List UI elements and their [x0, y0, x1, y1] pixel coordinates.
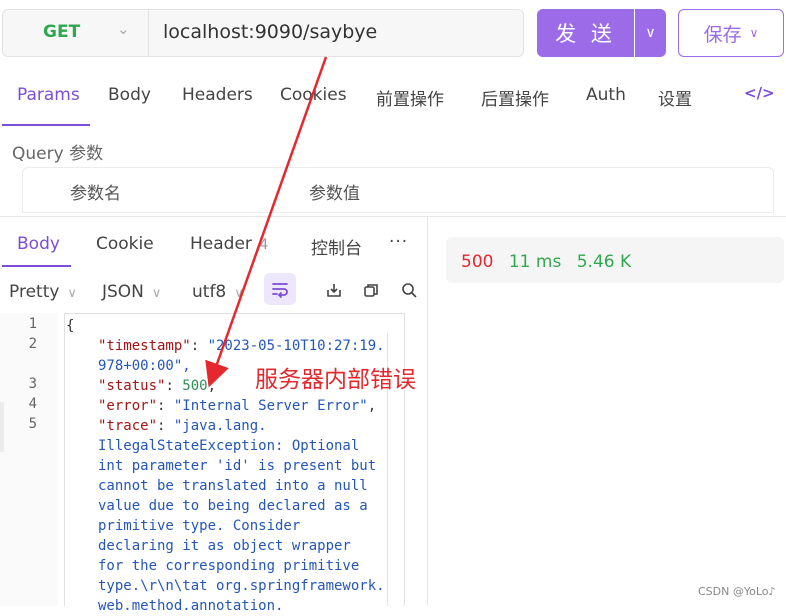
tab-settings[interactable]: 设置	[658, 85, 692, 110]
json-key: "status"	[98, 378, 166, 394]
response-body[interactable]: 1 2 3 4 5 { "timestamp": "2023-05-10T10:…	[0, 313, 406, 614]
code-line: "trace": "java.lang.	[98, 418, 267, 434]
query-params-label: Query 参数	[12, 144, 104, 164]
code-line: "status": 500,	[98, 378, 217, 394]
column-param-name: 参数名	[70, 184, 121, 204]
chevron-down-icon: ∨	[151, 286, 162, 301]
line-number: 2	[28, 336, 37, 352]
response-tab-cookie[interactable]: Cookie	[96, 234, 154, 254]
method-label[interactable]: GET	[43, 22, 80, 42]
json-key: "trace"	[98, 418, 158, 434]
divider	[0, 216, 786, 217]
search-icon[interactable]	[400, 281, 418, 299]
pane-divider[interactable]	[427, 216, 428, 606]
more-icon[interactable]: ···	[389, 232, 408, 252]
active-tab-indicator	[2, 124, 90, 126]
line-number: 5	[28, 416, 37, 432]
watermark: CSDN @YoLo♪	[698, 585, 776, 598]
line-number: 1	[28, 316, 37, 332]
response-tab-header-label: Header	[190, 234, 252, 254]
active-response-tab-indicator	[2, 265, 71, 267]
code-line-wrap: cannot be translated into a null	[98, 478, 368, 494]
code-line: "error": "Internal Server Error",	[98, 398, 377, 414]
tab-post-ops[interactable]: 后置操作	[481, 85, 549, 110]
json-value: "2023-05-10T10:27:19.	[207, 338, 385, 354]
code-line: "timestamp": "2023-05-10T10:27:19.	[98, 338, 385, 354]
json-value: 500	[182, 378, 208, 394]
code-line: {	[66, 318, 75, 334]
encoding-select-value: utf8	[192, 282, 227, 302]
tab-pre-ops[interactable]: 前置操作	[376, 85, 444, 110]
wrap-lines-button[interactable]	[264, 273, 296, 305]
code-line-wrap: int parameter 'id' is present but	[98, 458, 377, 474]
tab-headers[interactable]: Headers	[182, 85, 253, 105]
response-tab-header[interactable]: Header 4	[190, 234, 268, 254]
copy-icon[interactable]	[362, 281, 380, 299]
wrap-lines-icon	[272, 283, 288, 298]
column-param-value: 参数值	[309, 184, 360, 204]
chevron-down-icon: ∨	[67, 286, 77, 301]
json-value: "java.lang.	[173, 418, 267, 434]
tab-auth[interactable]: Auth	[586, 85, 626, 105]
code-line-wrap: declaring it as object wrapper	[98, 538, 351, 554]
save-button[interactable]: 保存 ∨	[678, 9, 784, 57]
send-dropdown-icon[interactable]: ∨	[635, 9, 666, 57]
query-params-table-header	[22, 167, 774, 213]
pretty-select[interactable]: Pretty ∨	[9, 282, 77, 302]
pretty-select-value: Pretty	[9, 282, 60, 302]
code-line-wrap: primitive type. Consider	[98, 518, 301, 534]
code-line-wrap: for the corresponding primitive	[98, 558, 360, 574]
header-count-badge: 4	[259, 237, 269, 253]
json-key: "timestamp"	[98, 338, 191, 354]
send-button[interactable]: 发 送	[537, 9, 634, 57]
save-button-label: 保存	[703, 23, 742, 46]
url-input[interactable]: localhost:9090/saybye	[163, 21, 377, 43]
chevron-down-icon: ∨	[234, 286, 244, 301]
response-tab-body[interactable]: Body	[17, 234, 60, 254]
format-select-value: JSON	[102, 282, 144, 302]
code-line-wrap: type.\r\n\tat org.springframework.	[98, 578, 385, 594]
json-value: "Internal Server Error"	[173, 398, 368, 414]
status-code: 500	[461, 252, 494, 272]
code-line-wrap: web.method.annotation.	[98, 598, 284, 614]
response-time: 11 ms	[508, 252, 562, 272]
tab-body[interactable]: Body	[108, 85, 151, 105]
code-line-wrap: 978+00:00",	[98, 358, 191, 374]
format-select[interactable]: JSON ∨	[102, 282, 161, 302]
response-size: 5.46 K	[576, 252, 632, 272]
chevron-down-icon: ∨	[749, 26, 759, 40]
code-icon[interactable]: </>	[744, 84, 775, 102]
encoding-select[interactable]: utf8 ∨	[192, 282, 244, 302]
code-line-wrap: IllegalStateException: Optional	[98, 438, 360, 454]
tab-cookies[interactable]: Cookies	[280, 85, 347, 105]
json-key: "error"	[98, 398, 158, 414]
code-line-wrap: value due to being declared as a	[98, 498, 368, 514]
response-status: 500 11 ms 5.46 K	[461, 252, 631, 272]
line-number: 3	[28, 376, 37, 392]
tab-params[interactable]: Params	[17, 85, 80, 105]
line-number: 4	[28, 396, 37, 412]
response-tab-console[interactable]: 控制台	[311, 234, 362, 259]
chevron-down-icon[interactable]: ⌄	[117, 20, 130, 38]
error-annotation: 服务器内部错误	[255, 367, 416, 393]
download-icon[interactable]	[325, 281, 343, 299]
